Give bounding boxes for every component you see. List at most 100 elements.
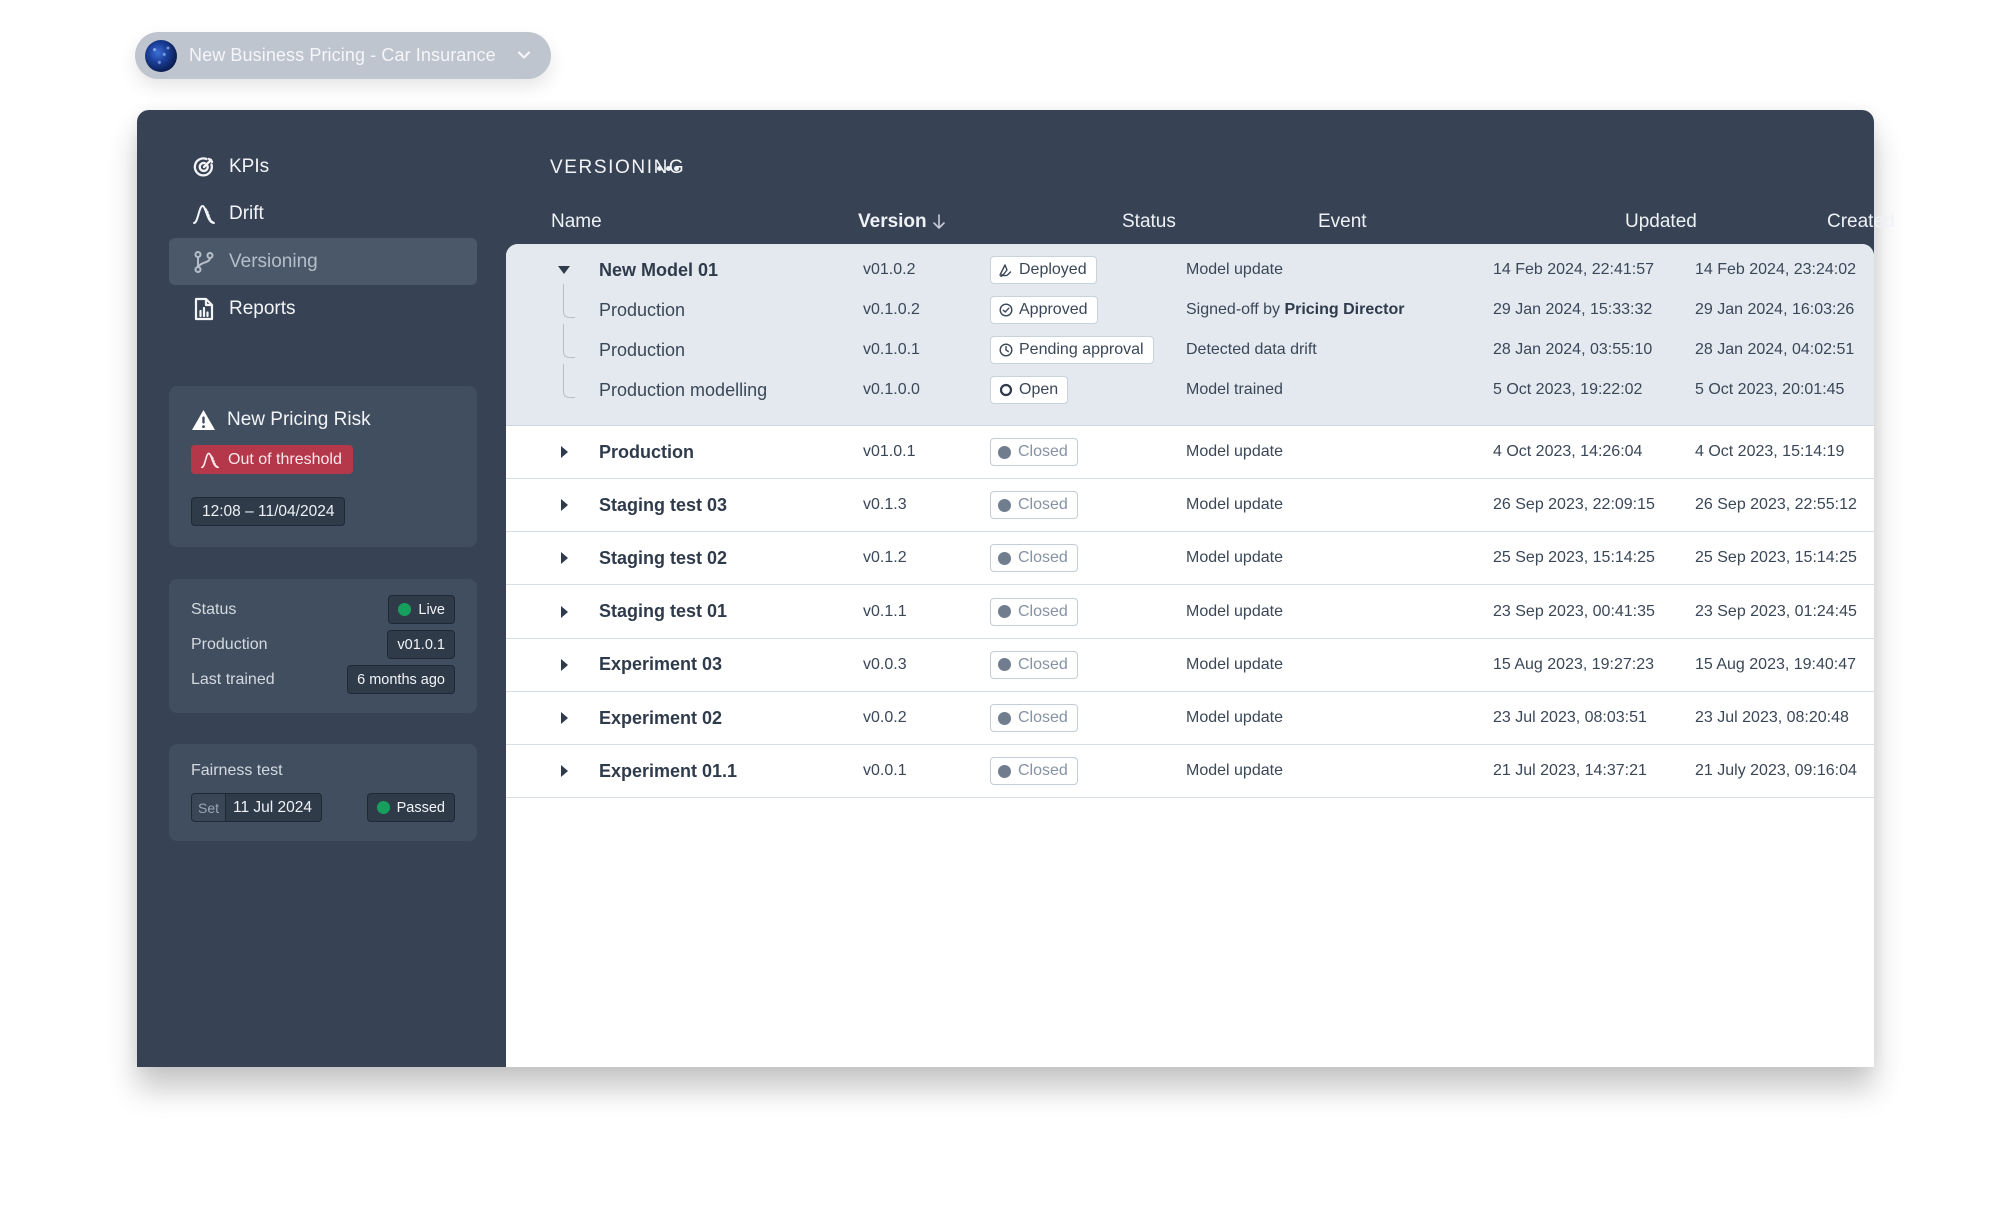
sidebar-item-kpis[interactable]: KPIs [169,143,477,190]
clock-icon [998,343,1013,358]
fairness-card: Fairness test Set 11 Jul 2024 Passed [169,744,477,841]
caret-down-icon[interactable] [557,263,571,277]
row-event: Signed-off by Pricing Director [1186,301,1404,319]
sidebar-item-drift[interactable]: Drift [169,190,477,237]
project-avatar [145,39,177,72]
row-event: Detected data drift [1186,341,1317,359]
row-status: Closed [990,544,1078,573]
open-circle-icon [998,383,1013,398]
table-row-parent[interactable]: New Model 01 v01.0.2 Deployed Model upda… [506,250,1874,290]
table-row-child[interactable]: Production v0.1.0.1 Pending approval Det… [506,330,1874,370]
column-header-version[interactable]: Version [858,211,947,233]
row-event: Model trained [1186,381,1283,399]
more-options-button[interactable] [655,158,681,178]
production-version-chip: v01.0.1 [387,630,455,659]
column-header-updated[interactable]: Updated [1625,211,1697,233]
set-label: Set [192,794,227,821]
fairness-result: Passed [396,799,445,816]
row-created: 23 Jul 2023, 08:20:48 [1695,709,1849,726]
closed-indicator-dot [998,711,1011,725]
fairness-set-date: Set 11 Jul 2024 [191,793,323,822]
row-version: v01.0.1 [863,443,916,460]
status-badge-open: Open [990,376,1069,404]
row-version: v01.0.2 [863,261,916,278]
row-created: 14 Feb 2024, 23:24:02 [1695,261,1857,278]
main-panel: KPIs Drift Versioning Reports New Pricin… [137,110,1895,1067]
table-row-child[interactable]: Production v0.1.0.2 Approved Signed-off … [506,290,1874,330]
expanded-version-group: New Model 01 v01.0.2 Deployed Model upda… [506,244,1874,426]
risk-card: New Pricing Risk Out of threshold 12:08 … [169,386,477,547]
table-row[interactable]: Experiment 02 v0.0.2 Closed Model update… [506,692,1874,745]
closed-indicator-dot [998,658,1011,672]
event-actor: Pricing Director [1284,301,1405,318]
column-header-created[interactable]: Created [1827,211,1895,233]
row-event: Model update [1186,655,1283,673]
set-date-value: 11 Jul 2024 [233,798,313,816]
column-header-name[interactable]: Name [551,211,602,233]
caret-right-icon[interactable] [557,445,571,459]
status-label: Closed [1018,549,1068,567]
more-horizontal-icon [657,165,662,171]
caret-right-icon[interactable] [557,658,571,672]
last-trained-chip: 6 months ago [347,665,455,694]
project-selector[interactable]: New Business Pricing - Car Insurance [135,32,551,79]
sidebar: KPIs Drift Versioning Reports New Pricin… [137,110,506,1067]
status-badge-deployed: Deployed [990,256,1097,284]
row-name: Production modelling [599,379,768,400]
row-created: 23 Sep 2023, 01:24:45 [1695,602,1857,620]
table-row[interactable]: Staging test 03 v0.1.3 Closed Model upda… [506,479,1874,533]
closed-indicator-dot [998,445,1011,459]
row-event: Model update [1186,443,1283,460]
event-text: Model trained [1186,381,1283,398]
status-label: Closed [1018,709,1068,726]
deploy-icon [998,263,1013,278]
drift-curve-icon [192,202,216,226]
risk-title: New Pricing Risk [227,409,371,430]
row-created: 4 Oct 2023, 15:14:19 [1695,443,1845,460]
row-status: Closed [990,704,1078,732]
row-updated: 5 Oct 2023, 19:22:02 [1493,381,1643,398]
closed-indicator-dot [998,551,1011,565]
status-label: Closed [1018,602,1068,620]
caret-right-icon[interactable] [557,498,571,512]
caret-right-icon[interactable] [557,605,571,619]
closed-indicator-dot [998,764,1011,778]
table-row[interactable]: Staging test 01 v0.1.1 Closed Model upda… [506,586,1874,639]
row-version: v0.0.2 [863,709,907,726]
sidebar-item-reports[interactable]: Reports [169,285,477,332]
table-row[interactable]: Experiment 01.1 v0.0.1 Closed Model upda… [506,745,1874,799]
table-row[interactable]: Experiment 03 v0.0.3 Closed Model update… [506,639,1874,692]
sidebar-item-versioning[interactable]: Versioning [169,238,477,285]
column-header-event[interactable]: Event [1318,211,1367,233]
status-label: Closed [1018,655,1068,673]
fairness-title: Fairness test [191,762,283,779]
row-name: Production [599,339,686,360]
table-row[interactable]: Production v01.0.1 Closed Model update 4… [506,426,1874,479]
row-version: v0.1.3 [863,496,907,514]
status-label: Deployed [1019,261,1087,278]
row-updated: 15 Aug 2023, 19:27:23 [1493,655,1655,673]
row-created: 29 Jan 2024, 16:03:26 [1695,301,1855,318]
live-status-badge: Live [388,595,455,624]
row-version: v0.0.1 [863,762,907,780]
chevron-down-icon[interactable] [515,46,533,64]
table-row[interactable]: Staging test 02 v0.1.2 Closed Model upda… [506,532,1874,586]
event-text: Detected data drift [1186,341,1317,358]
drift-curve-icon [201,452,219,468]
column-header-status[interactable]: Status [1122,211,1176,233]
caret-right-icon[interactable] [557,711,571,725]
caret-right-icon[interactable] [557,551,571,565]
table-row-child[interactable]: Production modelling v0.1.0.0 Open Model… [506,370,1874,410]
status-badge-closed: Closed [990,597,1078,626]
caret-right-icon[interactable] [557,764,571,778]
status-label: Status [191,600,237,618]
status-label: Closed [1018,496,1068,514]
row-updated: 25 Sep 2023, 15:14:25 [1493,549,1655,567]
closed-indicator-dot [998,498,1011,512]
status-badge-closed: Closed [990,438,1078,466]
status-label: Closed [1018,762,1068,780]
status-row: Status Live [191,595,455,624]
row-name: Experiment 01.1 [599,760,738,781]
row-name: Production [599,299,686,320]
row-event: Model update [1186,549,1283,567]
